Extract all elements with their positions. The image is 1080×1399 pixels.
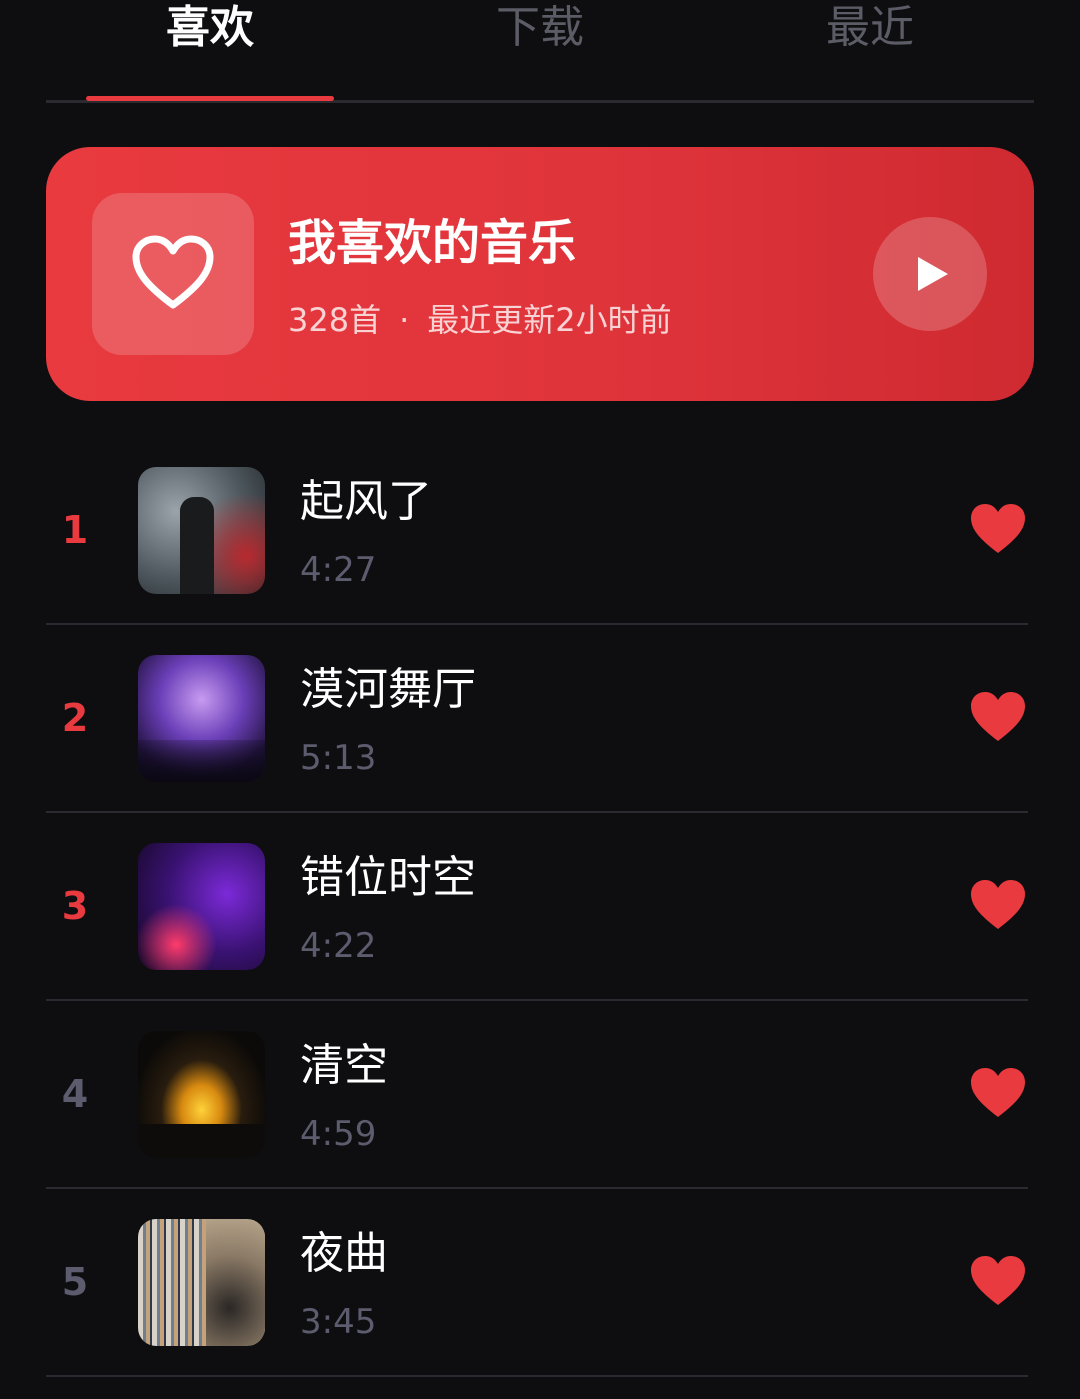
album-cover [138,467,265,594]
song-duration: 4:59 [300,1114,377,1154]
heart-outline-icon [92,193,254,355]
song-duration: 5:13 [300,738,377,778]
playlist-meta: 328首 · 最近更新2小时前 [288,299,672,341]
playlist-title: 我喜欢的音乐 [288,215,577,271]
song-count: 328首 [288,301,382,339]
album-cover [138,843,265,970]
song-title: 夜曲 [300,1228,388,1279]
heart-filled-icon[interactable] [970,879,1026,931]
song-rank: 3 [61,884,89,928]
album-cover [138,1219,265,1346]
song-rank: 1 [61,508,89,552]
song-duration: 4:22 [300,926,377,966]
song-row[interactable]: 4 清空 4:59 [46,1001,1028,1189]
meta-separator: · [399,301,410,339]
song-title: 错位时空 [300,852,476,903]
heart-filled-icon[interactable] [970,1255,1026,1307]
active-tab-indicator [86,96,334,101]
tab-bar: 喜欢 下载 最近 [46,0,1034,103]
song-duration: 3:45 [300,1302,377,1342]
song-title: 起风了 [300,476,432,527]
play-icon [918,257,948,291]
tab-downloads[interactable]: 下载 [416,0,664,60]
play-all-button[interactable] [873,217,987,331]
tab-favorites[interactable]: 喜欢 [86,0,334,60]
favorites-page: 喜欢 下载 最近 我喜欢的音乐 328首 · 最近更新2小时前 1 起风了 4:27 [0,0,1080,1399]
song-row[interactable]: 3 错位时空 4:22 [46,813,1028,1001]
song-rank: 4 [61,1072,89,1116]
heart-filled-icon[interactable] [970,691,1026,743]
album-cover [138,655,265,782]
liked-playlist-card[interactable]: 我喜欢的音乐 328首 · 最近更新2小时前 [46,147,1034,401]
tab-recent[interactable]: 最近 [746,0,994,60]
song-title: 漠河舞厅 [300,664,476,715]
song-title: 清空 [300,1040,388,1091]
song-row[interactable]: 2 漠河舞厅 5:13 [46,625,1028,813]
album-cover [138,1031,265,1158]
heart-filled-icon[interactable] [970,503,1026,555]
last-updated: 最近更新2小时前 [427,301,672,339]
song-duration: 4:27 [300,550,377,590]
song-row[interactable]: 5 夜曲 3:45 [46,1189,1028,1377]
song-rank: 2 [61,696,89,740]
song-list: 1 起风了 4:27 2 漠河舞厅 5:13 3 错位时空 4:22 4 清空 … [46,437,1028,1377]
song-rank: 5 [61,1260,89,1304]
heart-filled-icon[interactable] [970,1067,1026,1119]
song-row[interactable]: 1 起风了 4:27 [46,437,1028,625]
